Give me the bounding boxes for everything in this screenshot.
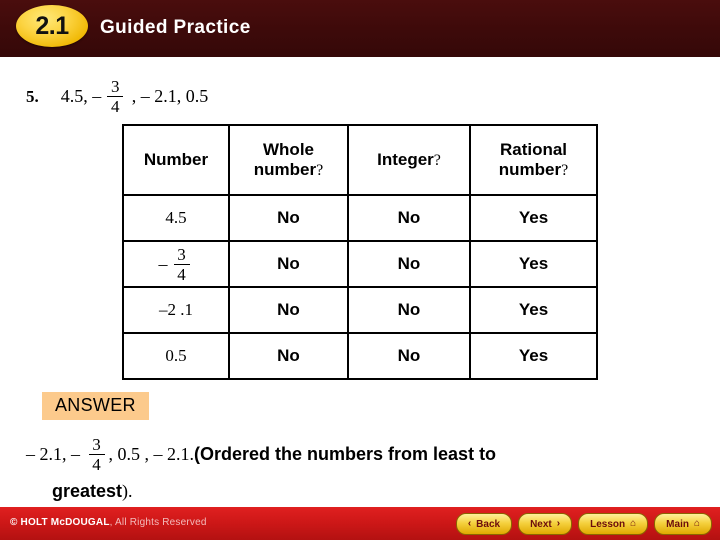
chapter-number-label: 2.1	[35, 11, 69, 40]
cell-integer: No	[347, 286, 471, 334]
column-header-whole-number-qm: ?	[316, 161, 324, 179]
fraction-numerator: 3	[111, 77, 120, 96]
classification-table: Number Whole number? Integer? Rational n…	[122, 124, 598, 380]
problem-prefix: 4.5,	[60, 86, 93, 106]
navigation-buttons: ‹ Back Next › Lesson ⌂ Main ⌂	[455, 513, 712, 535]
cell-number: –2 .1	[122, 286, 230, 334]
main-button[interactable]: Main ⌂	[654, 513, 712, 535]
column-header-rational-number-label: Rational number	[498, 140, 568, 179]
slide-header: 2.1 Guided Practice	[0, 0, 720, 57]
answer-explanation: (Ordered the numbers from least to	[194, 444, 497, 464]
answer-explanation-line2: greatest	[52, 481, 123, 501]
cell-integer: No	[347, 240, 471, 288]
next-button-label: Next	[530, 518, 552, 530]
cell-whole-number: No	[228, 240, 349, 288]
cell-integer: No	[347, 332, 471, 380]
answer-line-1: – 2.1, – 3 4 , 0.5 , – 2.1. (Ordered the…	[26, 436, 696, 473]
column-header-rational-number-qm: ?	[561, 161, 569, 179]
copyright-brand: © HOLT McDOUGAL	[10, 517, 110, 528]
problem-fraction: 3 4	[107, 77, 124, 116]
cell-rational-number: Yes	[469, 286, 598, 334]
classification-table-wrapper: Number Whole number? Integer? Rational n…	[122, 124, 598, 380]
answer-part-1: – 2.1, –	[26, 444, 85, 464]
lesson-button[interactable]: Lesson ⌂	[578, 513, 649, 535]
answer-explanation-tail: ).	[122, 481, 133, 501]
answer-text: – 2.1, – 3 4 , 0.5 , – 2.1. (Ordered the…	[26, 436, 696, 502]
back-button-label: Back	[476, 518, 501, 530]
main-button-label: Main	[666, 518, 689, 530]
answer-line-2: greatest).	[52, 481, 696, 502]
column-header-whole-number: Whole number?	[228, 124, 349, 196]
cell-number: 4.5	[122, 194, 230, 242]
column-header-integer-qm: ?	[433, 151, 441, 169]
chapter-number-badge: 2.1	[16, 5, 88, 47]
table-row: – 3 4 No No Yes	[122, 240, 598, 288]
problem-number: 5.	[26, 86, 39, 106]
copyright-rest: , All Rights Reserved	[109, 517, 207, 528]
cell-fraction: – 3 4	[159, 246, 194, 283]
table-row: –2 .1 No No Yes	[122, 286, 598, 334]
answer-badge: ANSWER	[42, 392, 149, 420]
fraction-denominator: 4	[92, 455, 101, 474]
problem-statement: 5. 4.5, – 3 4 , – 2.1, 0.5	[26, 78, 208, 115]
copyright-notice: © HOLT McDOUGAL, All Rights Reserved	[10, 517, 207, 528]
answer-fraction: 3 4	[88, 435, 105, 474]
cell-whole-number: No	[228, 194, 349, 242]
cell-fraction-minus: –	[158, 253, 168, 274]
cell-fraction-value: 3 4	[173, 244, 190, 284]
column-header-number-label: Number	[143, 149, 209, 169]
back-button[interactable]: ‹ Back	[455, 513, 513, 535]
cell-integer: No	[347, 194, 471, 242]
cell-whole-number: No	[228, 286, 349, 334]
cell-number: – 3 4	[122, 240, 230, 288]
problem-expression: 4.5, – 3 4 , – 2.1, 0.5	[61, 78, 209, 115]
cell-number: 0.5	[122, 332, 230, 380]
column-header-rational-number: Rational number?	[469, 124, 598, 196]
problem-suffix: , – 2.1, 0.5	[127, 86, 209, 106]
lesson-button-label: Lesson	[590, 518, 626, 530]
fraction-denominator: 4	[111, 97, 120, 116]
chevron-right-icon: ›	[556, 518, 561, 529]
answer-part-2: , 0.5 , – 2.1.	[108, 444, 195, 464]
slide-footer: © HOLT McDOUGAL, All Rights Reserved ‹ B…	[0, 507, 720, 540]
table-row: 4.5 No No Yes	[122, 194, 598, 242]
table-row: 0.5 No No Yes	[122, 332, 598, 380]
chevron-left-icon: ‹	[467, 518, 472, 529]
next-button[interactable]: Next ›	[518, 513, 573, 535]
fraction-numerator: 3	[92, 435, 101, 454]
fraction-numerator: 3	[177, 244, 186, 264]
cell-rational-number: Yes	[469, 332, 598, 380]
column-header-number: Number	[122, 124, 230, 196]
cell-whole-number: No	[228, 332, 349, 380]
column-header-whole-number-label: Whole number	[253, 140, 317, 179]
home-icon: ⌂	[630, 518, 637, 529]
problem-minus-sign: –	[92, 86, 102, 106]
page-title: Guided Practice	[100, 17, 251, 38]
home-icon: ⌂	[693, 518, 700, 529]
table-header-row: Number Whole number? Integer? Rational n…	[122, 124, 598, 196]
column-header-integer-label: Integer	[377, 149, 434, 169]
fraction-denominator: 4	[177, 264, 186, 284]
cell-rational-number: Yes	[469, 194, 598, 242]
column-header-integer: Integer?	[347, 124, 471, 196]
cell-rational-number: Yes	[469, 240, 598, 288]
